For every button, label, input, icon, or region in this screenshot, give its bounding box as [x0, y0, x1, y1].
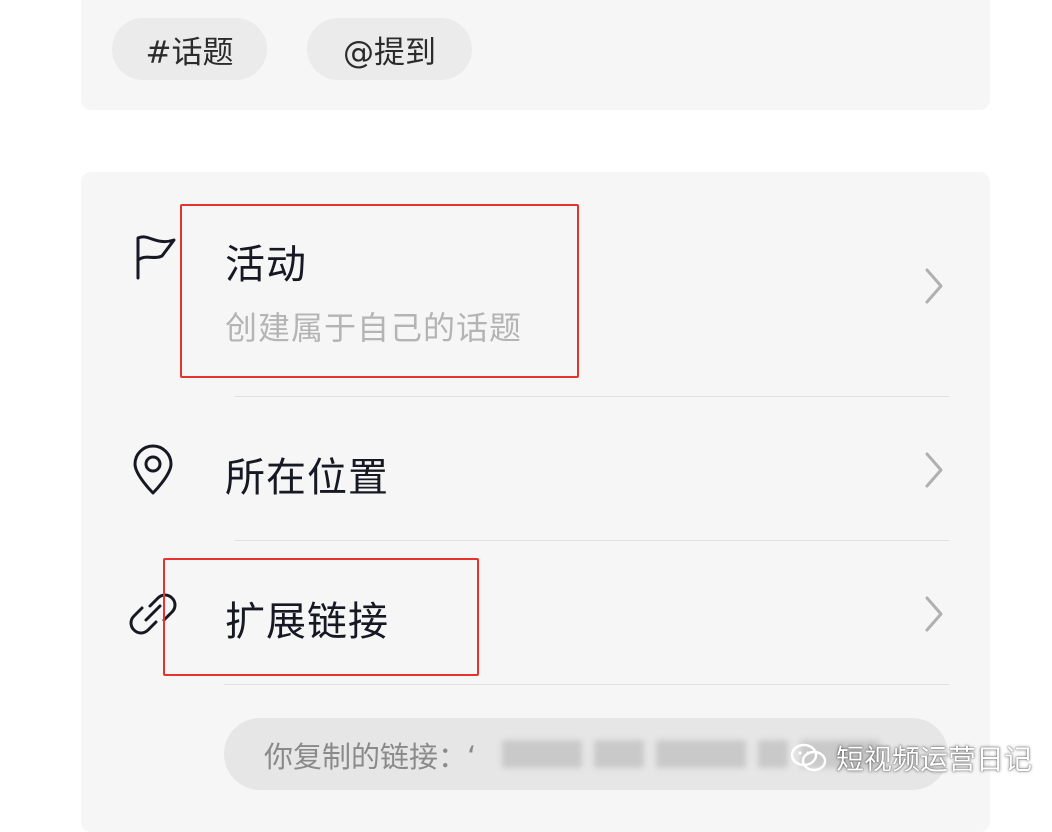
link-icon	[129, 593, 177, 635]
activity-subtitle: 创建属于自己的话题	[225, 309, 523, 347]
extended-link-title: 扩展链接	[225, 599, 389, 645]
activity-title: 活动	[225, 242, 307, 288]
chevron-right-icon	[925, 268, 943, 304]
topic-chip-label: #话题	[145, 34, 234, 71]
blurred-link-text	[594, 740, 644, 768]
row-divider	[234, 540, 949, 541]
topic-chip-button[interactable]: #话题	[112, 18, 267, 80]
copied-link-label: 你复制的链接：‘	[264, 740, 477, 774]
chevron-right-icon	[925, 452, 943, 488]
wechat-icon	[790, 743, 827, 772]
watermark-text: 短视频运营日记	[836, 743, 1033, 776]
location-title: 所在位置	[225, 455, 389, 501]
blurred-link-text	[502, 740, 582, 768]
row-divider	[224, 684, 949, 685]
mention-chip-label: @提到	[343, 34, 436, 71]
flag-icon	[136, 235, 176, 280]
mention-chip-button[interactable]: @提到	[307, 18, 472, 80]
blurred-link-text	[656, 740, 746, 768]
blurred-link-text	[758, 740, 788, 768]
chevron-right-icon	[925, 596, 943, 632]
tag-chips-panel: #话题 @提到	[81, 0, 990, 110]
wechat-watermark: 短视频运营日记	[790, 738, 1032, 778]
row-divider	[234, 396, 949, 397]
location-pin-icon	[133, 444, 173, 495]
